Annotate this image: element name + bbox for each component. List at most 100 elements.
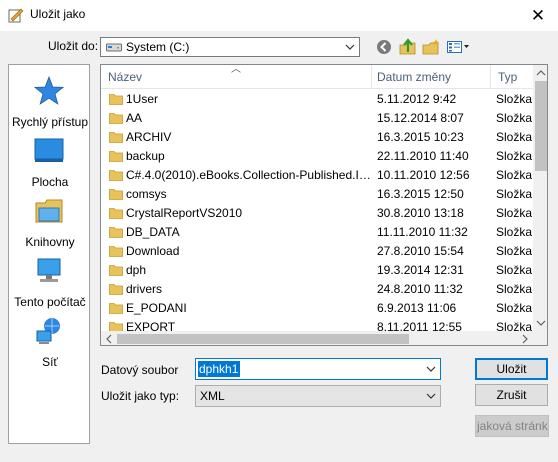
file-type: Složka [496,263,533,277]
chevron-down-icon[interactable] [343,39,357,55]
close-icon: ✕ [530,5,546,25]
place-label: Rychlý přístup [11,115,89,129]
file-date: 27.8.2010 15:54 [377,244,464,258]
file-type: Složka [496,168,533,182]
filename-label: Datový soubor [101,363,179,377]
file-type: Složka [496,225,533,239]
file-type: Složka [496,149,533,163]
folder-icon [109,189,123,200]
chevron-down-icon[interactable] [424,389,438,403]
scroll-right-arrow-icon[interactable] [517,331,533,346]
place-label: Knihovny [25,235,75,249]
vertical-scroll-thumb[interactable] [535,81,547,171]
file-date: 30.8.2010 13:18 [377,206,464,220]
new-folder-icon[interactable] [421,37,441,57]
save-as-type-select[interactable]: XML [195,385,441,407]
close-button[interactable]: ✕ [518,0,558,31]
horizontal-scroll-thumb[interactable] [117,334,409,344]
chevron-down-icon[interactable] [424,362,438,376]
file-name: drivers [126,282,163,296]
column-headers: ︿ Název Datum změny Typ [101,65,533,89]
file-name: C#.4.0(2010).eBooks.Collection-Published… [126,168,371,182]
file-date: 10.11.2010 12:56 [377,168,470,182]
desktop-icon [34,138,64,162]
folder-icon [109,113,123,124]
this-pc-icon [37,258,61,282]
folder-icon [109,208,123,219]
file-date: 16.3.2015 10:23 [377,130,464,144]
folder-icon [109,284,123,295]
horizontal-scrollbar[interactable] [101,331,547,346]
dialog-title: Uložit jako [30,7,86,21]
file-row[interactable]: E_PODANI 6.9.2013 11:06 Složka [101,299,533,318]
file-row[interactable]: drivers 24.8.2010 11:32 Složka [101,280,533,299]
file-row[interactable]: CrystalReportVS2010 30.8.2010 13:18 Slož… [101,204,533,223]
file-date: 24.8.2010 11:32 [377,282,463,296]
location-value: System (C:) [126,40,190,54]
sort-ascending-icon: ︿ [231,64,241,75]
column-divider[interactable] [490,65,491,89]
place-label: Tento počítač [14,295,86,309]
file-date: 16.3.2015 12:50 [377,187,464,201]
file-row[interactable]: backup 22.11.2010 11:40 Složka [101,147,533,166]
back-icon[interactable] [374,37,394,57]
file-row[interactable]: 1User 5.11.2012 9:42 Složka [101,90,533,109]
file-name: E_PODANI [126,301,187,315]
folder-icon [109,170,123,181]
folder-icon [109,227,123,238]
file-row[interactable]: C#.4.0(2010).eBooks.Collection-Published… [101,166,533,185]
file-row[interactable]: DB_DATA 11.11.2010 11:32 Složka [101,223,533,242]
file-name: AA [126,111,143,125]
file-name: CrystalReportVS2010 [126,206,243,220]
file-name: DB_DATA [126,225,180,239]
file-name: Download [126,244,180,258]
file-date: 11.11.2010 11:32 [377,225,468,239]
filename-input[interactable]: dphkh1 [198,361,241,377]
filename-combobox[interactable]: dphkh1 [195,358,441,380]
up-folder-icon[interactable] [398,37,418,57]
file-type: Složka [496,206,533,220]
scroll-up-arrow-icon[interactable] [533,65,548,81]
folder-icon [109,94,123,105]
folder-icon [109,246,123,257]
location-dropdown[interactable]: System (C:) [100,37,360,57]
file-date: 15.12.2014 8:07 [377,111,464,125]
scroll-down-arrow-icon[interactable] [533,315,548,331]
save-as-type-value: XML [200,389,225,403]
scroll-left-arrow-icon[interactable] [101,331,117,346]
file-list[interactable]: ︿ Název Datum změny Typ 1User 5.11.2012 … [100,64,548,346]
views-menu-icon[interactable] [445,37,471,57]
folder-icon [109,265,123,276]
file-name: 1User [126,92,159,106]
title-bar[interactable]: Uložit jako ✕ [0,0,558,31]
file-type: Složka [496,187,533,201]
place-label: Plocha [31,175,69,189]
file-rows: 1User 5.11.2012 9:42 Složka AA 15.12.201… [101,90,533,334]
file-row[interactable]: dph 19.3.2014 12:31 Složka [101,261,533,280]
save-as-type-label: Uložit jako typ: [101,389,180,403]
file-name: comsys [126,187,167,201]
column-header-date[interactable]: Datum změny [377,70,451,84]
file-type: Složka [496,301,533,315]
vertical-scrollbar[interactable] [533,65,548,331]
file-row[interactable]: AA 15.12.2014 8:07 Složka [101,109,533,128]
help-button[interactable]: jaková stránka [475,415,549,437]
save-dialog-app-icon [8,8,24,23]
file-date: 22.11.2010 11:40 [377,149,469,163]
places-bar: Rychlý přístup Plocha Knihovny Tento poč… [8,64,90,444]
file-row[interactable]: comsys 16.3.2015 12:50 Složka [101,185,533,204]
file-date: 19.3.2014 12:31 [377,263,464,277]
folder-icon [109,132,123,143]
file-type: Složka [496,92,533,106]
column-header-type[interactable]: Typ [498,70,517,84]
column-divider[interactable] [371,65,372,89]
save-button[interactable]: Uložit [475,358,548,380]
file-row[interactable]: Download 27.8.2010 15:54 Složka [101,242,533,261]
column-header-name[interactable]: Název [108,70,142,84]
place-label: Síť [42,355,58,369]
cancel-button[interactable]: Zrušit [475,384,548,406]
save-in-label: Uložit do: [48,39,99,53]
file-row[interactable]: ARCHIV 16.3.2015 10:23 Složka [101,128,533,147]
drive-icon [106,43,122,52]
folder-icon [109,303,123,314]
